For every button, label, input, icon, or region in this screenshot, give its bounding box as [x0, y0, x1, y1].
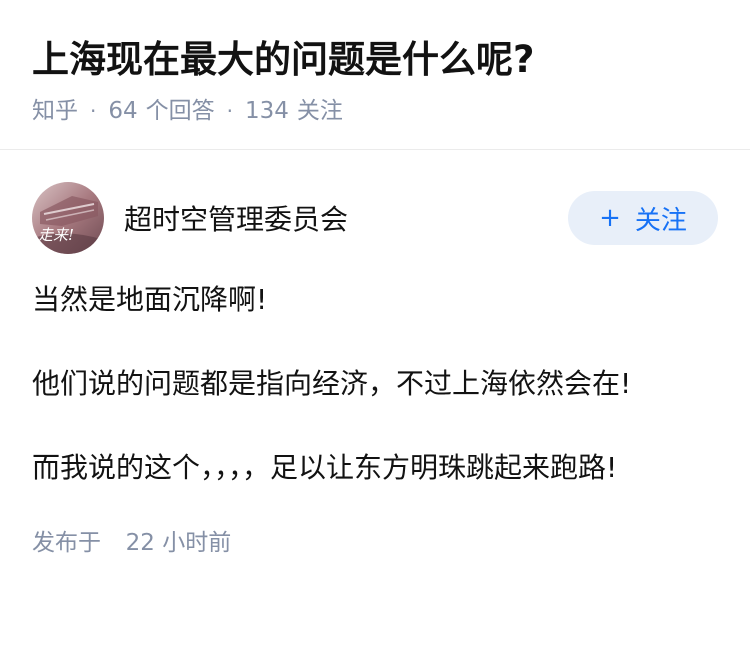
answer-card: 走来! 超时空管理委员会 + 关注 当然是地面沉降啊! 他们说的问题都是指向经济… [0, 180, 750, 558]
plus-icon: + [599, 203, 621, 233]
avatar-image: 走来! [32, 182, 104, 254]
answer-paragraph: 他们说的问题都是指向经济，不过上海依然会在! [32, 367, 632, 400]
follower-count: 134 [245, 98, 289, 124]
question-title[interactable]: 上海现在最大的问题是什么呢? [32, 36, 718, 84]
author-row: 走来! 超时空管理委员会 + 关注 [32, 180, 718, 256]
source-label[interactable]: 知乎 [32, 96, 78, 126]
publish-prefix: 发布于 [32, 530, 101, 556]
avatar-text: 走来! [38, 226, 74, 244]
zhihu-page: 上海现在最大的问题是什么呢? 知乎 · 64 个回答 · 134 关注 走来! … [0, 0, 750, 650]
publish-time[interactable]: 22 小时前 [126, 530, 232, 556]
answer-content: 当然是地面沉降啊! 他们说的问题都是指向经济，不过上海依然会在! 而我说的这个，… [32, 276, 718, 492]
answer-paragraph: 而我说的这个，，，，足以让东方明珠跳起来跑路! [32, 451, 618, 484]
question-header: 上海现在最大的问题是什么呢? 知乎 · 64 个回答 · 134 关注 [0, 0, 750, 150]
meta-separator: · [90, 99, 97, 123]
answer-count: 64 [108, 98, 138, 124]
question-meta: 知乎 · 64 个回答 · 134 关注 [32, 96, 718, 126]
follow-button[interactable]: + 关注 [568, 191, 718, 245]
answer-count-label: 个回答 [145, 98, 215, 124]
follow-button-label: 关注 [634, 205, 687, 236]
author-name[interactable]: 超时空管理委员会 [124, 198, 568, 238]
follower-count-label: 关注 [296, 98, 343, 124]
answer-paragraph: 当然是地面沉降啊! [32, 283, 268, 316]
author-avatar[interactable]: 走来! [32, 182, 104, 254]
meta-separator: · [226, 99, 233, 123]
answer-footer: 发布于 22 小时前 [32, 528, 718, 558]
